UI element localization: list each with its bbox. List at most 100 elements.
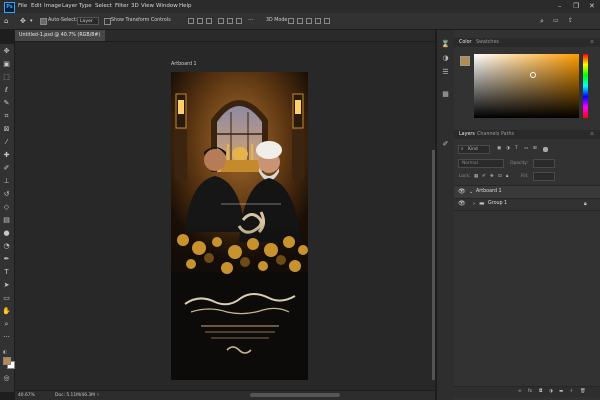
auto-select-checkbox[interactable] [40, 18, 47, 25]
chevron-right-icon[interactable]: › [473, 198, 475, 210]
menu-window[interactable]: Window [156, 0, 178, 13]
marquee-icon[interactable]: ⬚ [2, 73, 11, 82]
zoom-level[interactable]: 40.67% [18, 391, 35, 400]
3d-scale-icon[interactable] [324, 18, 330, 24]
3d-slide-icon[interactable] [315, 18, 321, 24]
color-picker-cursor[interactable] [530, 72, 536, 78]
link-layers-icon[interactable]: ∞ [518, 388, 522, 396]
close-icon[interactable]: ✕ [589, 0, 595, 13]
stamp-icon[interactable]: ⊥ [2, 177, 11, 186]
menu-image[interactable]: Image [44, 0, 61, 13]
align-bottom-icon[interactable] [236, 18, 242, 24]
move-icon[interactable]: ✥ [2, 47, 11, 56]
menu-view[interactable]: View [141, 0, 154, 13]
eyedropper-icon[interactable]: ⁄ [2, 138, 11, 147]
shape-icon[interactable]: ▭ [2, 294, 11, 303]
foreground-color-swatch[interactable] [3, 357, 11, 365]
type-icon[interactable]: T [2, 268, 11, 277]
eraser-icon[interactable]: ◇ [2, 203, 11, 212]
eye-icon[interactable]: 👁︎ [458, 186, 466, 198]
dodge-icon[interactable]: ◔ [2, 242, 11, 251]
eye-icon[interactable]: 👁︎ [458, 198, 466, 210]
tab-swatches[interactable]: Swatches [476, 38, 499, 47]
menu-help[interactable]: Help [179, 0, 192, 13]
tab-channels[interactable]: Channels [477, 130, 499, 139]
path-select-icon[interactable]: ➤ [2, 281, 11, 290]
search-icon[interactable]: ⌕ [540, 13, 544, 29]
menu-type[interactable]: Type [79, 0, 92, 13]
chevron-down-icon[interactable]: ▾ [30, 13, 33, 29]
filter-shape-icon[interactable]: ▭ [524, 145, 528, 153]
align-middle-icon[interactable] [227, 18, 233, 24]
properties-panel-icon[interactable]: ☰ [441, 68, 450, 77]
lock-pixels-icon[interactable]: ✐ [482, 173, 486, 181]
show-transform-checkbox[interactable] [104, 18, 111, 25]
frame-icon[interactable]: ⊠ [2, 125, 11, 134]
layer-row-group[interactable]: 👁︎ › ▬ Group 1 🔒︎ [454, 198, 600, 211]
filter-toggle-icon[interactable] [543, 147, 548, 152]
hand-icon[interactable]: ✋ [2, 307, 11, 316]
history-brush-icon[interactable]: ↺ [2, 190, 11, 199]
lock-artboard-icon[interactable]: ⊡ [498, 173, 502, 181]
fill-field[interactable] [533, 172, 555, 181]
layer-filter-dropdown[interactable]: ⌕ Kind [458, 145, 490, 154]
pen-icon[interactable]: ✒ [2, 255, 11, 264]
layers-panel-menu-icon[interactable]: ≡ [590, 130, 594, 139]
align-center-icon[interactable] [197, 18, 203, 24]
history-panel-icon[interactable]: ⌛ [441, 40, 450, 49]
filter-smart-object-icon[interactable]: ⊞ [533, 145, 537, 153]
home-icon[interactable]: ⌂ [4, 13, 8, 29]
color-picker-field[interactable] [474, 54, 579, 118]
menu-3d[interactable]: 3D [131, 0, 139, 13]
layer-row-artboard[interactable]: 👁︎ ⌄ Artboard 1 [454, 185, 600, 199]
chevron-right-icon[interactable]: › [97, 391, 99, 400]
document-tab[interactable]: Untitled-1.psd @ 40.7% (RGB/8#) × [15, 30, 105, 49]
gradient-icon[interactable]: ▤ [2, 216, 11, 225]
tab-color[interactable]: Color [459, 38, 472, 47]
more-tools-icon[interactable]: ··· [2, 333, 11, 342]
share-icon[interactable]: ⇪ [568, 13, 573, 29]
tab-paths[interactable]: Paths [501, 130, 514, 139]
minimize-icon[interactable]: – [558, 0, 562, 13]
quick-select-icon[interactable]: ✎ [2, 99, 11, 108]
blur-icon[interactable]: ● [2, 229, 11, 238]
document-info[interactable]: Doc: 5.11M/46.3M [55, 391, 95, 400]
lock-position-icon[interactable]: ✥ [490, 173, 494, 181]
lasso-icon[interactable]: ℓ [2, 86, 11, 95]
poster-artwork[interactable] [171, 72, 308, 380]
panel-menu-icon[interactable]: ≡ [590, 38, 594, 47]
crop-icon[interactable]: ⌗ [2, 112, 11, 121]
menu-filter[interactable]: Filter [115, 0, 129, 13]
layer-mask-icon[interactable]: ◘ [539, 388, 542, 396]
brush-icon[interactable]: ✐ [2, 164, 11, 173]
menu-layer[interactable]: Layer [62, 0, 77, 13]
adjustments-panel-icon[interactable]: ◑ [441, 54, 450, 63]
menu-edit[interactable]: Edit [31, 0, 42, 13]
photoshop-logo-icon[interactable]: Ps [4, 2, 15, 13]
align-left-icon[interactable] [188, 18, 194, 24]
align-right-icon[interactable] [206, 18, 212, 24]
brush-panel-icon[interactable]: ✐ [441, 140, 450, 149]
3d-roll-icon[interactable] [297, 18, 303, 24]
filter-pixel-icon[interactable]: ▣ [497, 145, 501, 153]
layer-style-icon[interactable]: fx [528, 388, 532, 396]
filter-adjustment-icon[interactable]: ◑ [506, 145, 510, 153]
filter-type-icon[interactable]: T [515, 145, 518, 153]
menu-file[interactable]: File [18, 0, 27, 13]
opacity-field[interactable] [533, 159, 555, 168]
quick-mask-icon[interactable]: ◎ [2, 374, 11, 383]
3d-pan-icon[interactable] [306, 18, 312, 24]
more-options-icon[interactable]: ··· [248, 13, 254, 29]
artboard-icon[interactable]: ▣ [2, 60, 11, 69]
restore-icon[interactable]: ❐ [573, 0, 579, 13]
healing-icon[interactable]: ✚ [2, 151, 11, 160]
menu-select[interactable]: Select [95, 0, 112, 13]
libraries-panel-icon[interactable]: ▦ [441, 90, 450, 99]
align-top-icon[interactable] [218, 18, 224, 24]
3d-orbit-icon[interactable] [288, 18, 294, 24]
auto-select-dropdown[interactable]: Layer [77, 17, 99, 25]
chevron-down-icon[interactable]: ⌄ [469, 186, 473, 198]
artboard-label[interactable]: Artboard 1 [171, 62, 197, 67]
new-group-icon[interactable]: ▬ [559, 388, 563, 396]
horizontal-scrollbar[interactable] [250, 393, 340, 397]
